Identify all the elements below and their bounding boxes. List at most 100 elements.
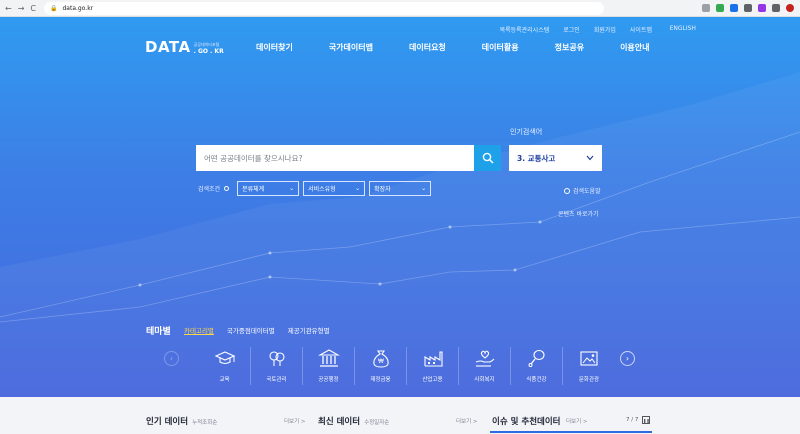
category-label: 교육 [219, 377, 230, 383]
search-condition-toggle[interactable]: 검색조건 [198, 184, 230, 193]
link-item-registry[interactable]: 목록등록관리시스템 [500, 25, 550, 34]
logo-main: DATA [145, 38, 191, 56]
address-bar[interactable]: 🔒 data.go.kr [44, 1, 604, 15]
tab-provider-type[interactable]: 제공기관유형별 [288, 325, 330, 335]
tab-national-key-data[interactable]: 국가중점데이터별 [227, 325, 275, 335]
search-button[interactable] [474, 145, 501, 171]
pager-count: 7 / 7 [626, 417, 639, 423]
theme-tabs: 카테고리별 국가중점데이터별 제공기관유형별 [184, 325, 330, 335]
factory-icon [423, 351, 443, 367]
radio-icon [224, 186, 230, 191]
category-culture-tourism[interactable]: 문화관광 [563, 347, 615, 385]
category-land-management[interactable]: 국토관리 [251, 347, 303, 385]
extension-select[interactable]: 확장자 ⌄ [369, 181, 432, 196]
back-icon[interactable]: ← [5, 4, 12, 13]
reload-icon[interactable]: C [30, 4, 36, 13]
carousel-next-button[interactable]: › [620, 351, 635, 366]
category-food-health[interactable]: 식품건강 [511, 347, 563, 385]
extension-icon[interactable] [772, 4, 780, 12]
chevron-right-icon: › [625, 354, 630, 363]
category-select[interactable]: 분류체계 ⌄ [237, 181, 300, 196]
search-condition-label: 검색조건 [198, 186, 221, 193]
search-help-label: 검색도움말 [573, 188, 601, 195]
popular-keyword-value: 3. 교통사고 [517, 153, 556, 163]
popular-keywords-label: 인기검색어 [510, 128, 543, 136]
link-login[interactable]: 로그인 [563, 25, 580, 34]
issue-data-title: 이슈 및 추천데이터 [492, 417, 561, 427]
graduation-cap-icon [214, 351, 235, 365]
contents-shortcut-label: 콘텐츠 바로가기 [558, 211, 599, 218]
latest-more-link[interactable]: 더보기 > [456, 417, 478, 425]
popular-data-header: 인기 데이터 누적조회순 [146, 415, 217, 427]
service-type-select-label: 서비스유형 [308, 186, 336, 193]
extension-icon[interactable] [702, 4, 710, 12]
pause-icon[interactable]: ❚❚ [642, 416, 651, 424]
search-icon [482, 152, 494, 164]
chevron-down-icon: ⌄ [421, 185, 427, 192]
main-nav: 데이터찾기 국가데이터맵 데이터요청 데이터활용 정보공유 이용안내 [256, 42, 650, 53]
avatar[interactable] [786, 4, 794, 12]
forward-icon[interactable]: → [18, 4, 25, 13]
search-input[interactable]: 어떤 공공데이터를 찾으시나요? [196, 145, 474, 171]
nav-item-data-use[interactable]: 데이터활용 [482, 42, 519, 53]
latest-data-header: 최신 데이터 수정일자순 [318, 415, 389, 427]
popular-more-link[interactable]: 더보기 > [284, 417, 306, 425]
issue-data-header: 이슈 및 추천데이터 [492, 415, 560, 427]
latest-data-sort: 수정일자순 [364, 420, 390, 426]
nav-item-guide[interactable]: 이용안내 [620, 42, 649, 53]
nav-item-find-data[interactable]: 데이터찾기 [256, 42, 293, 53]
link-sitemap[interactable]: 사이트맵 [630, 25, 652, 34]
popular-keyword-select[interactable]: 3. 교통사고 [509, 145, 602, 171]
picture-frame-icon [580, 351, 598, 366]
lock-icon: 🔒 [50, 4, 58, 12]
nav-item-data-request[interactable]: 데이터요청 [409, 42, 446, 53]
bottom-data-section: 인기 데이터 누적조회순 더보기 > 최신 데이터 수정일자순 더보기 > 이슈… [0, 397, 800, 434]
category-label: 문화관광 [578, 377, 600, 383]
issue-section-indicator [490, 431, 652, 433]
nav-item-info-share[interactable]: 정보공유 [555, 42, 584, 53]
drumstick-icon [528, 349, 545, 367]
category-education[interactable]: 교육 [199, 347, 251, 385]
category-label: 식품건강 [526, 377, 547, 383]
category-label: 재정금융 [370, 377, 391, 383]
browser-toolbar: ← → C 🔒 data.go.kr [0, 0, 800, 17]
url-text: data.go.kr [62, 4, 94, 12]
carousel-prev-button[interactable]: ‹ [164, 351, 179, 366]
latest-data-title: 최신 데이터 [318, 417, 361, 427]
chevron-down-icon: ⌄ [289, 185, 295, 192]
issue-more-link[interactable]: 더보기 > [566, 417, 588, 425]
category-label: 사회복지 [474, 377, 495, 383]
category-finance[interactable]: ₩ 재정금융 [355, 347, 407, 385]
money-bag-icon: ₩ [372, 350, 389, 368]
extension-icon[interactable] [716, 4, 724, 12]
category-social-welfare[interactable]: 사회복지 [459, 347, 511, 385]
link-signup[interactable]: 회원가입 [594, 25, 616, 34]
extension-select-label: 확장자 [374, 186, 391, 193]
category-label: 공공행정 [318, 377, 339, 383]
site-logo[interactable]: DATA 공공데이터포털 . GO . KR [145, 38, 224, 56]
category-label: 산업고용 [422, 377, 443, 383]
chevron-left-icon: ‹ [169, 354, 174, 363]
category-list: 교육 국토관리 공공행정 ₩ 재정금융 산업고용 사회복지 식품건강 문화관광 [199, 347, 615, 385]
extension-icon[interactable] [744, 4, 752, 12]
utility-links: 목록등록관리시스템 로그인 회원가입 사이트맵 ENGLISH [500, 25, 696, 34]
service-type-select[interactable]: 서비스유형 ⌄ [303, 181, 366, 196]
extension-icon[interactable] [730, 4, 738, 12]
government-building-icon [317, 349, 340, 367]
logo-domain: . GO . KR [193, 48, 224, 55]
contents-shortcut-link[interactable]: 콘텐츠 바로가기 [558, 209, 599, 218]
theme-title: 테마별 [146, 327, 171, 337]
link-english[interactable]: ENGLISH [670, 25, 696, 32]
extension-icon[interactable] [758, 4, 766, 12]
search-help-link[interactable]: 검색도움말 [564, 186, 601, 195]
hero-section: 목록등록관리시스템 로그인 회원가입 사이트맵 ENGLISH DATA 공공데… [0, 17, 800, 397]
tab-category[interactable]: 카테고리별 [184, 325, 214, 335]
category-public-admin[interactable]: 공공행정 [303, 347, 355, 385]
extensions-bar [702, 4, 794, 12]
category-label: 국토관리 [266, 377, 287, 383]
category-industry-employment[interactable]: 산업고용 [407, 347, 459, 385]
trees-icon [268, 351, 285, 366]
help-icon [564, 187, 570, 194]
nav-item-data-map[interactable]: 국가데이터맵 [329, 42, 373, 53]
svg-text:₩: ₩ [378, 358, 384, 365]
